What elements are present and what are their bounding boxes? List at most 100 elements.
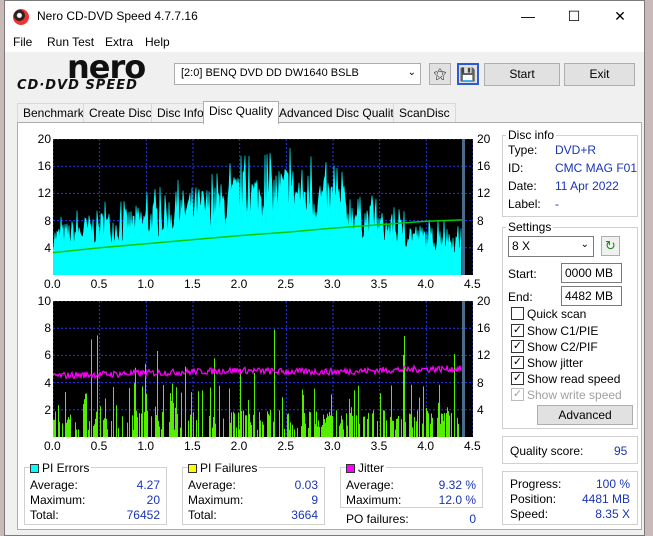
pi-failure-bar bbox=[196, 420, 197, 437]
pi-failure-bar bbox=[116, 405, 117, 437]
pi-failure-bar bbox=[251, 425, 252, 437]
pi-failure-bar bbox=[411, 384, 412, 437]
tab-scandisc[interactable]: ScanDisc bbox=[393, 103, 456, 123]
tab-disc-quality[interactable]: Disc Quality bbox=[203, 101, 280, 124]
start-button[interactable]: Start bbox=[484, 63, 560, 86]
pi-failure-bar bbox=[351, 407, 352, 437]
pi-failure-bar bbox=[176, 387, 177, 437]
y-tick-label-right: 8 bbox=[477, 375, 484, 390]
drive-select[interactable]: [2:0] BENQ DVD DD DW1640 BSLB ⌄ bbox=[174, 63, 421, 85]
exit-button[interactable]: Exit bbox=[564, 63, 635, 86]
pi-failure-bar bbox=[53, 419, 54, 437]
pi-failure-bar bbox=[428, 413, 429, 437]
chevron-down-icon: ⌄ bbox=[580, 239, 589, 250]
pi-failure-bar bbox=[414, 416, 415, 437]
show-c1pie-checkbox[interactable]: ✓ bbox=[511, 324, 524, 337]
advanced-button[interactable]: Advanced bbox=[537, 405, 633, 425]
x-tick-label: 1.0 bbox=[137, 277, 155, 291]
x-tick-label: 3.0 bbox=[324, 439, 341, 453]
show-c2pif-checkbox[interactable]: ✓ bbox=[511, 340, 524, 353]
disc-label-label: Label: bbox=[508, 197, 541, 211]
pi-failure-bar bbox=[319, 426, 320, 437]
settings-title: Settings bbox=[506, 220, 554, 234]
pi-failure-bar bbox=[423, 386, 424, 437]
pi-failure-bar bbox=[359, 423, 360, 437]
pi-failure-bar bbox=[155, 406, 156, 437]
y-tick-label-right: 12 bbox=[477, 186, 491, 201]
show-jitter-checkbox[interactable]: ✓ bbox=[511, 356, 524, 369]
pi-failure-bar bbox=[69, 419, 70, 437]
y-tick-label-left: 20 bbox=[37, 132, 51, 146]
pi-failure-bar bbox=[181, 392, 182, 437]
speed-select[interactable]: 8 X ⌄ bbox=[508, 236, 594, 257]
end-label: End: bbox=[508, 290, 533, 304]
pi-failure-bar bbox=[254, 373, 255, 437]
pi-failure-bar bbox=[151, 416, 152, 437]
x-tick-label: 1.5 bbox=[184, 277, 201, 291]
start-input[interactable]: 0000 MB bbox=[561, 263, 622, 283]
pi-failure-bar bbox=[325, 422, 326, 437]
quick-scan-checkbox[interactable] bbox=[511, 307, 524, 320]
menu-file[interactable]: File bbox=[13, 35, 32, 49]
pi-failure-bar bbox=[347, 425, 348, 437]
pi-failure-bar bbox=[352, 415, 353, 437]
pi-failure-bar bbox=[324, 419, 325, 437]
pi-failure-bar bbox=[86, 393, 87, 437]
y-tick-label-left: 6 bbox=[44, 348, 51, 363]
show-c1pie-label: Show C1/PIE bbox=[527, 324, 599, 338]
pi-failure-bar bbox=[85, 393, 86, 437]
menu-run-test[interactable]: Run Test bbox=[47, 35, 94, 49]
pi-failure-bar bbox=[393, 421, 394, 437]
pi-failure-bar bbox=[94, 424, 95, 437]
pi-failure-bar bbox=[440, 423, 441, 437]
save-icon[interactable]: 💾 bbox=[457, 63, 479, 85]
maximize-icon[interactable]: ☐ bbox=[551, 1, 597, 32]
refresh-icon[interactable]: ↻ bbox=[601, 236, 620, 256]
pi-failure-bar bbox=[215, 423, 216, 437]
pi-failure-bar bbox=[163, 384, 164, 437]
menu-extra[interactable]: Extra bbox=[105, 35, 133, 49]
chevron-down-icon: ⌄ bbox=[407, 67, 416, 78]
pi-failure-bar bbox=[78, 429, 79, 437]
pi-failure-bar bbox=[55, 411, 56, 437]
pi-errors-plot bbox=[52, 138, 474, 276]
close-icon[interactable]: ✕ bbox=[597, 1, 643, 32]
pi-failure-bar bbox=[430, 423, 431, 437]
disc-type-label: Type: bbox=[508, 143, 538, 157]
x-tick-label: 0.0 bbox=[44, 277, 61, 291]
y-tick-label-right: 16 bbox=[477, 321, 491, 336]
pi-failure-bar bbox=[377, 421, 378, 437]
pi-failure-bar bbox=[146, 394, 147, 437]
y-tick-label-left: 8 bbox=[44, 213, 51, 228]
pi-failure-bar bbox=[171, 401, 172, 437]
minimize-icon[interactable]: — bbox=[505, 1, 551, 32]
eject-disc-icon[interactable]: ⚝ bbox=[429, 63, 451, 85]
pi-failure-bar bbox=[137, 417, 138, 437]
x-tick-label: 3.5 bbox=[370, 439, 388, 453]
pi-failure-bar bbox=[234, 413, 235, 437]
pi-failures-swatch bbox=[188, 464, 197, 473]
pi-failure-bar bbox=[91, 339, 92, 437]
pi-failure-bar bbox=[229, 388, 230, 437]
pi-failures-plot bbox=[52, 300, 474, 437]
pi-failure-bar bbox=[451, 413, 452, 437]
tab-disc-info[interactable]: Disc Info bbox=[151, 103, 210, 123]
tab-benchmark[interactable]: Benchmark bbox=[17, 103, 90, 123]
tab-create-disc[interactable]: Create Disc bbox=[83, 103, 158, 123]
y-tick-label-left: 2 bbox=[44, 402, 51, 417]
tab-advanced-disc-quality[interactable]: Advanced Disc Quality bbox=[273, 103, 406, 123]
pi-failure-bar bbox=[390, 416, 391, 437]
end-input[interactable]: 4482 MB bbox=[561, 286, 622, 306]
pi-failure-bar bbox=[409, 413, 410, 437]
show-read-speed-checkbox[interactable]: ✓ bbox=[511, 372, 524, 385]
pi-failure-bar bbox=[405, 421, 406, 437]
pi-failures-avg-label: Average: bbox=[188, 478, 236, 492]
pi-failure-bar bbox=[236, 427, 237, 437]
pi-errors-title: PI Errors bbox=[40, 461, 92, 475]
menu-help[interactable]: Help bbox=[145, 35, 170, 49]
speed-value: 8.35 X bbox=[595, 507, 630, 521]
pi-failure-bar bbox=[328, 416, 329, 437]
pi-failure-bar bbox=[238, 412, 239, 437]
jitter-avg-value: 9.32 % bbox=[438, 478, 476, 492]
y-tick-label-left: 16 bbox=[37, 159, 51, 174]
